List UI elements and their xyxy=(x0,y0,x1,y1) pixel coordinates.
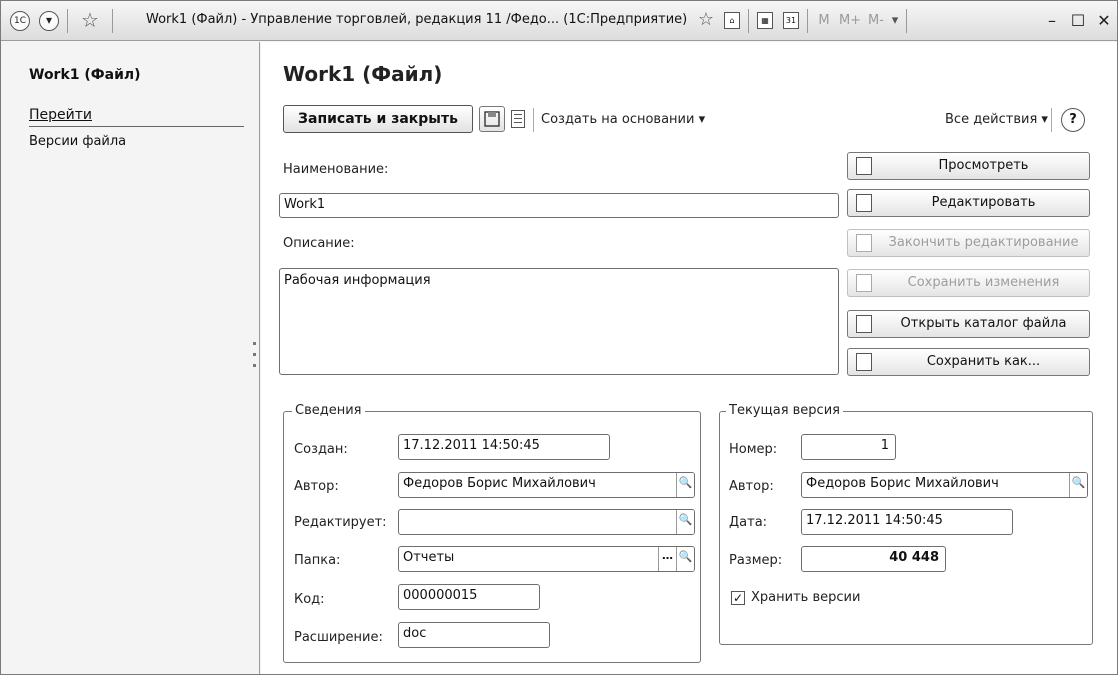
version-group-title: Текущая версия xyxy=(726,403,843,418)
open-folder-button[interactable]: Открыть каталог файла xyxy=(847,310,1090,338)
separator xyxy=(906,9,907,33)
keep-versions-checkbox[interactable]: ✓ xyxy=(731,591,745,605)
nav-header-goto: Перейти xyxy=(29,107,92,123)
form-area: Work1 (Файл) Записать и закрыть Создать … xyxy=(261,42,1117,674)
version-author-field[interactable]: Федоров Борис Михайлович 🔍 xyxy=(801,472,1088,498)
memory-plus-button[interactable]: M+ xyxy=(837,10,863,32)
app-logo-icon[interactable]: 1С xyxy=(10,11,30,31)
open-folder-label: Открыть каталог файла xyxy=(900,316,1067,331)
folder-value: Отчеты xyxy=(403,550,455,565)
search-icon[interactable]: 🔍 xyxy=(676,510,694,534)
save-changes-label: Сохранить изменения xyxy=(907,275,1060,290)
created-label: Создан: xyxy=(294,442,348,457)
calculator-icon[interactable]: ▦ xyxy=(757,12,773,29)
nav-item-file-versions[interactable]: Версии файла xyxy=(29,134,126,149)
save-changes-icon xyxy=(856,274,872,292)
finish-editing-button[interactable]: Закончить редактирование xyxy=(847,229,1090,257)
version-author-value: Федоров Борис Михайлович xyxy=(806,476,999,491)
name-label: Наименование: xyxy=(283,162,389,177)
document-list-icon[interactable] xyxy=(511,110,525,128)
folder-label: Папка: xyxy=(294,553,341,568)
separator xyxy=(807,9,808,33)
splitter-grip[interactable] xyxy=(253,353,256,356)
info-group-title: Сведения xyxy=(292,403,365,418)
number-label: Номер: xyxy=(729,442,778,457)
extension-label: Расширение: xyxy=(294,630,383,645)
floppy-disk-icon xyxy=(484,111,500,127)
memory-minus-button[interactable]: M- xyxy=(865,10,887,32)
finish-edit-icon xyxy=(856,234,872,252)
memory-m-button[interactable]: M xyxy=(815,10,833,32)
code-field[interactable]: 000000015 xyxy=(398,584,540,610)
editing-by-label: Редактирует: xyxy=(294,515,387,530)
view-button-label: Просмотреть xyxy=(938,158,1029,173)
window-title: Work1 (Файл) - Управление торговлей, ред… xyxy=(146,12,688,27)
finish-editing-label: Закончить редактирование xyxy=(888,235,1079,250)
favorite-star-icon[interactable]: ☆ xyxy=(75,10,105,32)
maximize-icon[interactable]: ☐ xyxy=(1067,10,1089,32)
save-and-close-button[interactable]: Записать и закрыть xyxy=(283,105,473,133)
create-based-on-menu[interactable]: Создать на основании ▾ xyxy=(541,112,705,127)
search-icon[interactable]: 🔍 xyxy=(1069,473,1087,497)
navigation-panel: Work1 (Файл) Перейти Версии файла xyxy=(2,42,260,674)
date-label: Дата: xyxy=(729,515,768,530)
code-label: Код: xyxy=(294,592,325,607)
search-icon[interactable]: 🔍 xyxy=(676,547,694,571)
description-textarea[interactable]: Рабочая информация xyxy=(279,268,839,375)
author-value: Федоров Борис Михайлович xyxy=(403,476,596,491)
created-field[interactable]: 17.12.2011 14:50:45 xyxy=(398,434,610,460)
edit-document-icon xyxy=(856,194,872,212)
editing-by-field[interactable]: 🔍 xyxy=(398,509,695,535)
title-bar: 1С ▾ ☆ Work1 (Файл) - Управление торговл… xyxy=(1,1,1117,41)
version-number-field[interactable]: 1 xyxy=(801,434,896,460)
minimize-icon[interactable]: – xyxy=(1041,10,1063,32)
separator xyxy=(533,108,534,132)
view-button[interactable]: Просмотреть xyxy=(847,152,1090,180)
nav-panel-title: Work1 (Файл) xyxy=(29,67,141,83)
edit-button[interactable]: Редактировать xyxy=(847,189,1090,217)
save-as-label: Сохранить как... xyxy=(926,354,1041,369)
version-author-label: Автор: xyxy=(729,479,774,494)
separator xyxy=(748,9,749,33)
separator xyxy=(67,9,68,33)
home-link-icon[interactable]: ⌂ xyxy=(724,12,740,29)
app-window: 1С ▾ ☆ Work1 (Файл) - Управление торговл… xyxy=(0,0,1118,675)
version-date-field[interactable]: 17.12.2011 14:50:45 xyxy=(801,509,1013,535)
save-as-icon xyxy=(856,353,872,371)
calendar-icon[interactable]: 31 xyxy=(783,12,799,29)
folder-icon xyxy=(856,315,872,333)
search-icon[interactable]: 🔍 xyxy=(676,473,694,497)
author-label: Автор: xyxy=(294,479,339,494)
form-title: Work1 (Файл) xyxy=(283,62,443,86)
save-as-button[interactable]: Сохранить как... xyxy=(847,348,1090,376)
separator xyxy=(112,9,113,33)
size-label: Размер: xyxy=(729,553,783,568)
save-icon[interactable] xyxy=(479,106,505,132)
memory-dropdown-icon[interactable]: ▾ xyxy=(887,10,903,32)
author-field[interactable]: Федоров Борис Михайлович 🔍 xyxy=(398,472,695,498)
name-input[interactable]: Work1 xyxy=(279,193,839,218)
keep-versions-label: Хранить версии xyxy=(751,590,861,605)
close-icon[interactable]: ✕ xyxy=(1093,10,1115,32)
splitter-grip[interactable] xyxy=(253,364,256,367)
separator xyxy=(1051,108,1052,132)
select-ellipsis-button[interactable]: … xyxy=(658,547,676,571)
document-icon xyxy=(856,157,872,175)
description-label: Описание: xyxy=(283,236,355,251)
all-actions-menu[interactable]: Все действия ▾ xyxy=(945,112,1048,127)
help-icon[interactable]: ? xyxy=(1061,108,1085,132)
size-field[interactable]: 40 448 xyxy=(801,546,946,572)
extension-field[interactable]: doc xyxy=(398,622,550,648)
folder-field[interactable]: Отчеты … 🔍 xyxy=(398,546,695,572)
app-logo-text: 1С xyxy=(13,16,26,26)
divider xyxy=(29,126,244,127)
menu-dropdown-icon[interactable]: ▾ xyxy=(39,11,59,31)
edit-button-label: Редактировать xyxy=(931,195,1036,210)
add-favorite-icon[interactable]: ☆ xyxy=(693,10,719,32)
save-changes-button[interactable]: Сохранить изменения xyxy=(847,269,1090,297)
splitter-grip[interactable] xyxy=(253,342,256,345)
